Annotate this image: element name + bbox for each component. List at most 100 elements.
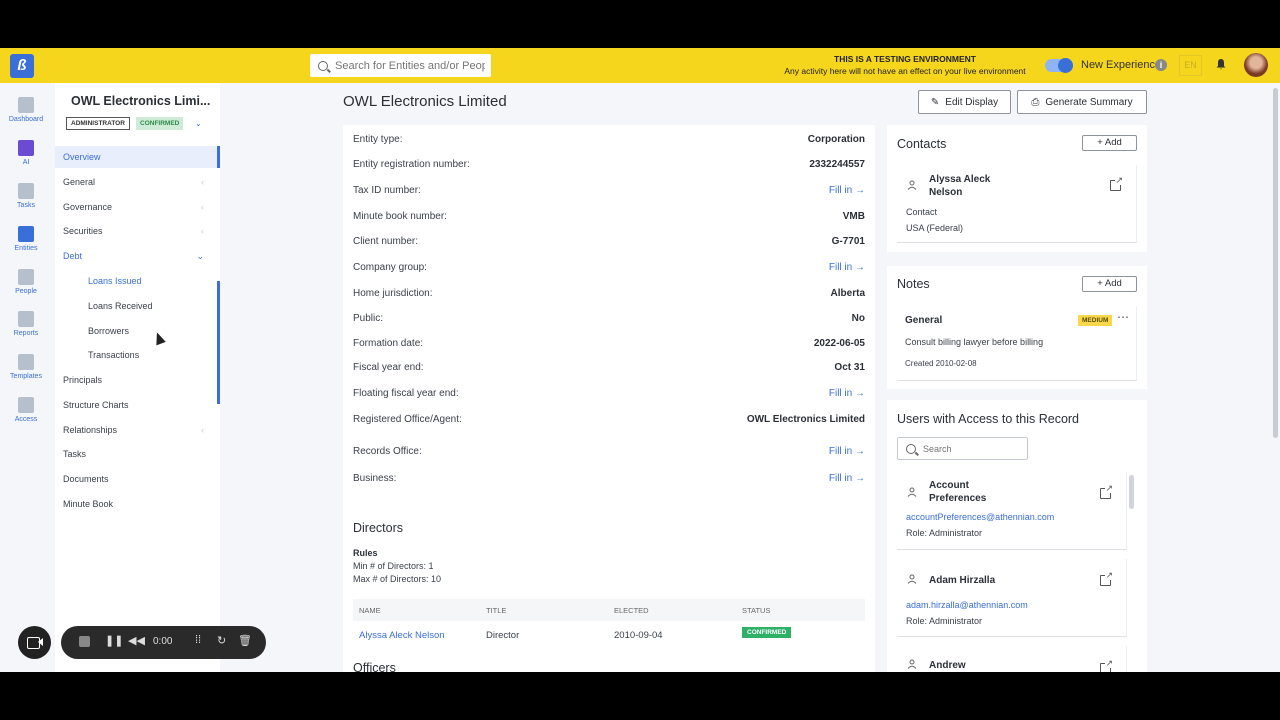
nav-label: Structure Charts [63,400,129,410]
tasks-icon [18,183,34,199]
search-icon [318,60,328,71]
report-icon [18,311,34,327]
user-email[interactable]: adam.hirzalla@athennian.com [906,600,1028,610]
nav-governance[interactable]: Governance ‹ [55,196,220,218]
rail-ai[interactable]: AI [0,140,52,166]
note-created: Created 2010-02-08 [905,359,977,368]
rail-templates[interactable]: Templates [0,354,52,380]
field-value: 2022-06-05 [813,338,865,349]
global-search-input[interactable] [335,59,485,72]
field-row: Entity registration number: 2332244557 [353,159,865,175]
user-avatar[interactable] [1244,53,1268,77]
grid-icon[interactable]: ⁞⁞ [195,634,201,646]
director-name-link[interactable]: Alyssa Aleck Nelson [359,630,445,641]
global-search[interactable] [310,54,491,77]
user-card[interactable]: Adam Hirzalla adam.hirzalla@athennian.co… [897,559,1127,637]
nav-borrowers[interactable]: Borrowers [55,320,220,342]
field-label: Home jurisdiction: [353,288,433,299]
page-scrollbar[interactable] [1273,88,1278,438]
nav-debt[interactable]: Debt ⌄ [55,245,220,267]
table-row[interactable]: Alyssa Aleck Nelson Director 2010-09-04 … [353,623,865,645]
contact-name[interactable]: Alyssa Aleck Nelson [929,173,1009,199]
arrow-right-icon: → [855,446,865,457]
fill-in-link[interactable]: Fill in → [829,262,865,273]
nav-structure-charts[interactable]: Structure Charts [55,394,220,416]
fill-in-link[interactable]: Fill in → [829,473,865,484]
user-name[interactable]: Account Preferences [929,479,1009,505]
field-label: Minute book number: [353,211,447,222]
field-label: Formation date: [353,338,424,349]
restart-icon[interactable]: ↻ [217,634,226,647]
button-label: Generate Summary [1045,96,1133,108]
recording-toolbar: ❚❚ ◀◀ 0:00 ⁞⁞ ↻ 🗑 [61,626,266,659]
access-search-input[interactable] [923,443,1023,454]
add-note-button[interactable]: + Add [1082,276,1137,292]
rail-label: People [15,288,37,295]
external-link-icon[interactable] [1100,484,1113,499]
access-scrollbar[interactable] [1129,475,1134,509]
app-logo-icon[interactable]: ß [10,54,34,78]
rail-dashboard[interactable]: Dashboard [0,97,52,123]
field-value: G-7701 [831,236,865,247]
generate-summary-button[interactable]: ⎙ Generate Summary [1017,90,1147,114]
add-contact-button[interactable]: + Add [1082,135,1137,151]
nav-label: Governance [63,202,113,212]
trash-icon[interactable]: 🗑 [238,634,252,647]
confirmed-badge: CONFIRMED [136,117,184,130]
column-header[interactable]: NAME [359,606,381,615]
chevron-down-icon[interactable]: ⌄ [195,119,202,128]
directors-title: Directors [353,521,404,535]
user-name[interactable]: Andrew [929,659,966,672]
column-header[interactable]: TITLE [486,606,506,615]
external-link-icon[interactable] [1110,176,1123,191]
nav-transactions[interactable]: Transactions [55,344,220,366]
more-options-icon[interactable]: ⋯ [1117,310,1129,324]
note-text: Consult billing lawyer before billing [905,337,1044,347]
rail-entities[interactable]: Entities [0,226,52,252]
camera-icon[interactable] [18,626,51,659]
note-card[interactable]: General MEDIUM ⋯ Consult billing lawyer … [897,306,1137,381]
contact-card[interactable]: Alyssa Aleck Nelson Contact USA (Federal… [897,165,1137,243]
user-name[interactable]: Adam Hirzalla [929,574,995,587]
nav-general[interactable]: General ‹ [55,171,220,193]
nav-principals[interactable]: Principals [55,369,220,391]
language-selector[interactable]: EN [1179,55,1202,76]
nav-relationships[interactable]: Relationships ‹ [55,419,220,441]
nav-label: Overview [63,152,101,162]
access-icon [18,397,34,413]
edit-display-button[interactable]: ✎ Edit Display [918,90,1011,114]
nav-tasks[interactable]: Tasks [55,443,220,465]
stop-icon[interactable] [79,636,90,647]
nav-loans-issued[interactable]: Loans Issued [55,270,220,292]
nav-documents[interactable]: Documents [55,468,220,490]
user-email[interactable]: accountPreferences@athennian.com [906,512,1054,522]
bell-icon[interactable] [1215,58,1227,70]
column-header[interactable]: STATUS [742,606,770,615]
nav-overview[interactable]: Overview [55,146,220,168]
fill-in-link[interactable]: Fill in → [829,446,865,457]
rail-label: Tasks [17,202,35,209]
info-icon[interactable]: i [1155,59,1167,71]
pause-icon[interactable]: ❚❚ [105,634,123,647]
fill-in-link[interactable]: Fill in → [829,185,865,196]
rail-tasks[interactable]: Tasks [0,183,52,209]
external-link-icon[interactable] [1100,571,1113,586]
new-experience-toggle[interactable] [1045,58,1073,73]
nav-minute-book[interactable]: Minute Book [55,493,220,515]
rewind-icon[interactable]: ◀◀ [128,634,145,647]
pencil-icon: ✎ [930,96,940,108]
administrator-badge: ADMINISTRATOR [66,117,130,130]
access-search[interactable] [897,437,1028,460]
user-card[interactable]: Andrew [897,646,1127,672]
user-role: Role: Administrator [906,616,983,626]
rail-access[interactable]: Access [0,397,52,423]
nav-loans-received[interactable]: Loans Received [55,295,220,317]
fill-in-link[interactable]: Fill in → [829,388,865,399]
rail-people[interactable]: People [0,269,52,295]
user-card[interactable]: Account Preferences accountPreferences@a… [897,472,1127,550]
rail-reports[interactable]: Reports [0,311,52,337]
external-link-icon[interactable] [1100,659,1113,672]
nav-label: Loans Issued [88,276,142,286]
nav-securities[interactable]: Securities ‹ [55,220,220,242]
column-header[interactable]: ELECTED [614,606,649,615]
